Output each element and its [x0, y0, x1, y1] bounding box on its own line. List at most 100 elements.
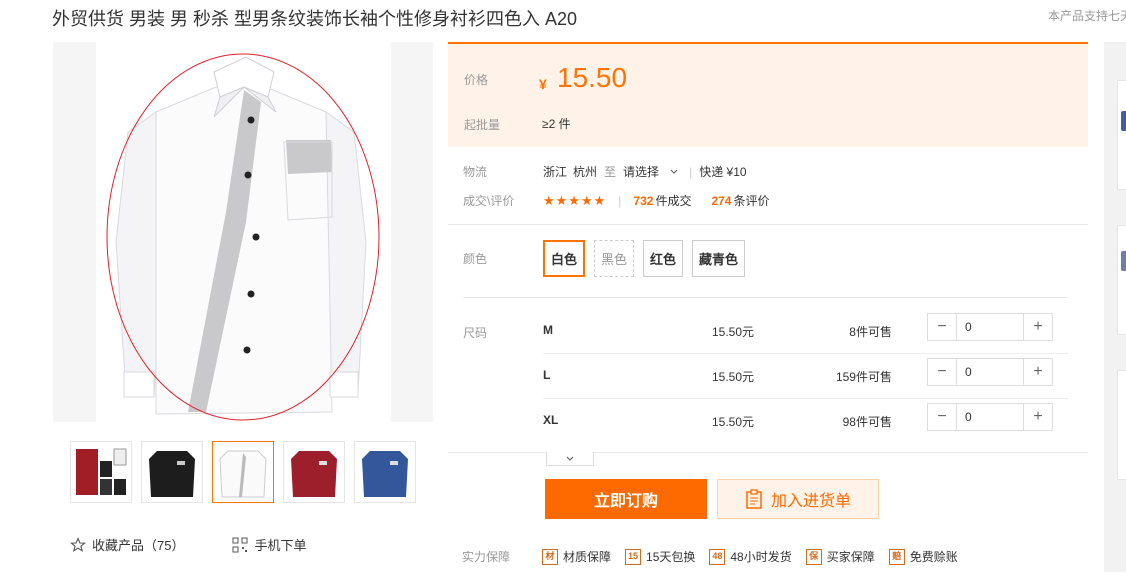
- mobile-order-label: 手机下单: [254, 538, 307, 553]
- thumb-white-shirt[interactable]: [212, 441, 274, 503]
- orders-count: 732: [633, 193, 654, 208]
- guarantee-exchange[interactable]: 15 15天包换: [625, 548, 695, 565]
- size-price: 15.50元: [712, 325, 755, 339]
- guarantee-text: 买家保障: [826, 550, 875, 564]
- gallery-actions: 收藏产品（75） 手机下单: [70, 535, 306, 554]
- quantity-stepper: − 0 +: [927, 313, 1053, 341]
- add-to-cart-button[interactable]: 加入进货单: [717, 479, 879, 519]
- guarantee-material[interactable]: 材材质保障: [542, 548, 611, 565]
- guarantee-text: 免费赊账: [909, 550, 958, 564]
- quantity-input[interactable]: 0: [956, 314, 1024, 340]
- logistics-label: 物流: [463, 165, 488, 179]
- to-text: 至: [604, 165, 617, 179]
- support-text: 本产品支持七天: [1048, 9, 1126, 23]
- guarantee-label: 实力保障: [462, 550, 511, 564]
- guarantee-buyer[interactable]: 保买家保障: [805, 548, 875, 565]
- deals-row: 成交\评价 ★★★★★ | 732 件成交 274 条评价: [463, 192, 770, 209]
- destination-select[interactable]: 请选择: [623, 163, 659, 180]
- plus-button[interactable]: +: [1024, 404, 1052, 430]
- size-stock: 8件可售: [849, 325, 892, 339]
- color-options: 白色 黑色 红色 藏青色: [543, 240, 746, 277]
- star-outline-icon: [70, 536, 86, 552]
- chevron-down-icon[interactable]: [669, 167, 679, 177]
- thumb-red-shirt[interactable]: [283, 441, 345, 503]
- price-value: 15.50: [557, 62, 628, 93]
- recommend-card[interactable]: [1117, 80, 1126, 190]
- quantity-stepper: − 0 +: [927, 358, 1053, 386]
- guarantee-row: 实力保障 材材质保障 15 15天包换 48 48小时发货 保买家保障 赔免费赊账: [462, 548, 972, 565]
- thumb-red-black-shirts[interactable]: [70, 441, 132, 503]
- guarantee-shipping[interactable]: 48 48小时发货: [709, 548, 792, 565]
- shield-icon: 保: [805, 548, 822, 565]
- logistics-row: 物流 浙江 杭州 至 请选择 | 快递 ¥10: [463, 163, 747, 180]
- minus-button[interactable]: −: [928, 359, 956, 385]
- favorite-label: 收藏产品（75）: [92, 538, 185, 553]
- origin-city: 杭州: [573, 165, 598, 179]
- size-stock: 159件可售: [835, 370, 892, 384]
- rating-stars: ★★★★★: [543, 192, 607, 208]
- color-option-red[interactable]: 红色: [643, 240, 684, 277]
- mobile-order-button[interactable]: 手机下单: [232, 535, 306, 554]
- clipboard-icon: [746, 489, 762, 509]
- size-label: 尺码: [463, 326, 488, 340]
- quantity-input[interactable]: 0: [956, 359, 1024, 385]
- color-option-white[interactable]: 白色: [543, 240, 586, 277]
- color-label: 颜色: [463, 252, 488, 266]
- shipping-method: 快递 ¥10: [699, 165, 747, 179]
- recommend-card[interactable]: [1117, 225, 1126, 335]
- thumb-black-shirt[interactable]: [141, 441, 203, 503]
- main-product-image[interactable]: [53, 42, 433, 422]
- expand-sizes-toggle[interactable]: [546, 452, 594, 466]
- size-name: XL: [543, 413, 559, 427]
- thumbnail-strip: [70, 441, 416, 503]
- orders-suffix: 件成交: [655, 194, 692, 208]
- origin-province: 浙江: [543, 165, 568, 179]
- thumb-blue-shirt[interactable]: [354, 441, 416, 503]
- currency-symbol: ¥: [539, 76, 547, 92]
- size-name: M: [543, 323, 553, 337]
- recommend-card[interactable]: [1117, 370, 1126, 480]
- quantity-stepper: − 0 +: [927, 403, 1053, 431]
- divider: [463, 297, 1068, 298]
- deals-label: 成交\评价: [463, 194, 515, 208]
- add-to-cart-label: 加入进货单: [770, 493, 851, 510]
- size-stock: 98件可售: [842, 415, 892, 429]
- shirt-thumbnail-icon: [219, 450, 267, 498]
- reviews-suffix[interactable]: 条评价: [733, 192, 769, 209]
- size-row-xl: XL 15.50元 98件可售 − 0 +: [543, 399, 1068, 444]
- separator: |: [689, 164, 693, 179]
- size-price: 15.50元: [712, 415, 755, 429]
- guarantee-credit[interactable]: 赔免费赊账: [888, 548, 958, 565]
- quantity-input[interactable]: 0: [956, 404, 1024, 430]
- exchange-icon: 15: [625, 548, 642, 565]
- qr-code-icon: [232, 537, 248, 552]
- price-panel: 价格 ¥ 15.50 起批量 ≥2 件: [448, 42, 1088, 147]
- plus-button[interactable]: +: [1024, 314, 1052, 340]
- reviews-count[interactable]: 274: [711, 194, 731, 208]
- size-row-l: L 15.50元 159件可售 − 0 +: [543, 354, 1068, 399]
- divider: [448, 224, 1088, 225]
- separator: |: [618, 193, 622, 208]
- credit-icon: 赔: [888, 548, 905, 565]
- color-option-navy[interactable]: 藏青色: [692, 240, 746, 277]
- buy-now-button[interactable]: 立即订购: [545, 479, 707, 519]
- chevron-down-icon: [566, 456, 574, 461]
- guarantee-text: 材质保障: [563, 550, 612, 564]
- shirt-thumbnail-icon: [362, 451, 408, 497]
- minus-button[interactable]: −: [928, 404, 956, 430]
- shirt-thumbnail-icon: [1121, 251, 1126, 271]
- guarantee-text: 15天包换: [646, 550, 696, 564]
- favorite-button[interactable]: 收藏产品（75）: [70, 535, 184, 554]
- shirt-thumbnail-icon: [76, 448, 127, 495]
- color-option-black[interactable]: 黑色: [594, 240, 635, 277]
- price-label: 价格: [464, 73, 489, 87]
- shirt-thumbnail-icon: [149, 451, 195, 497]
- size-price: 15.50元: [712, 370, 755, 384]
- material-icon: 材: [542, 548, 558, 565]
- color-row: 颜色 白色 黑色 红色 藏青色: [463, 240, 746, 277]
- size-name: L: [543, 368, 551, 382]
- plus-button[interactable]: +: [1024, 359, 1052, 385]
- guarantee-text: 48小时发货: [730, 550, 792, 564]
- min-qty-value: ≥2 件: [542, 117, 571, 131]
- minus-button[interactable]: −: [928, 314, 956, 340]
